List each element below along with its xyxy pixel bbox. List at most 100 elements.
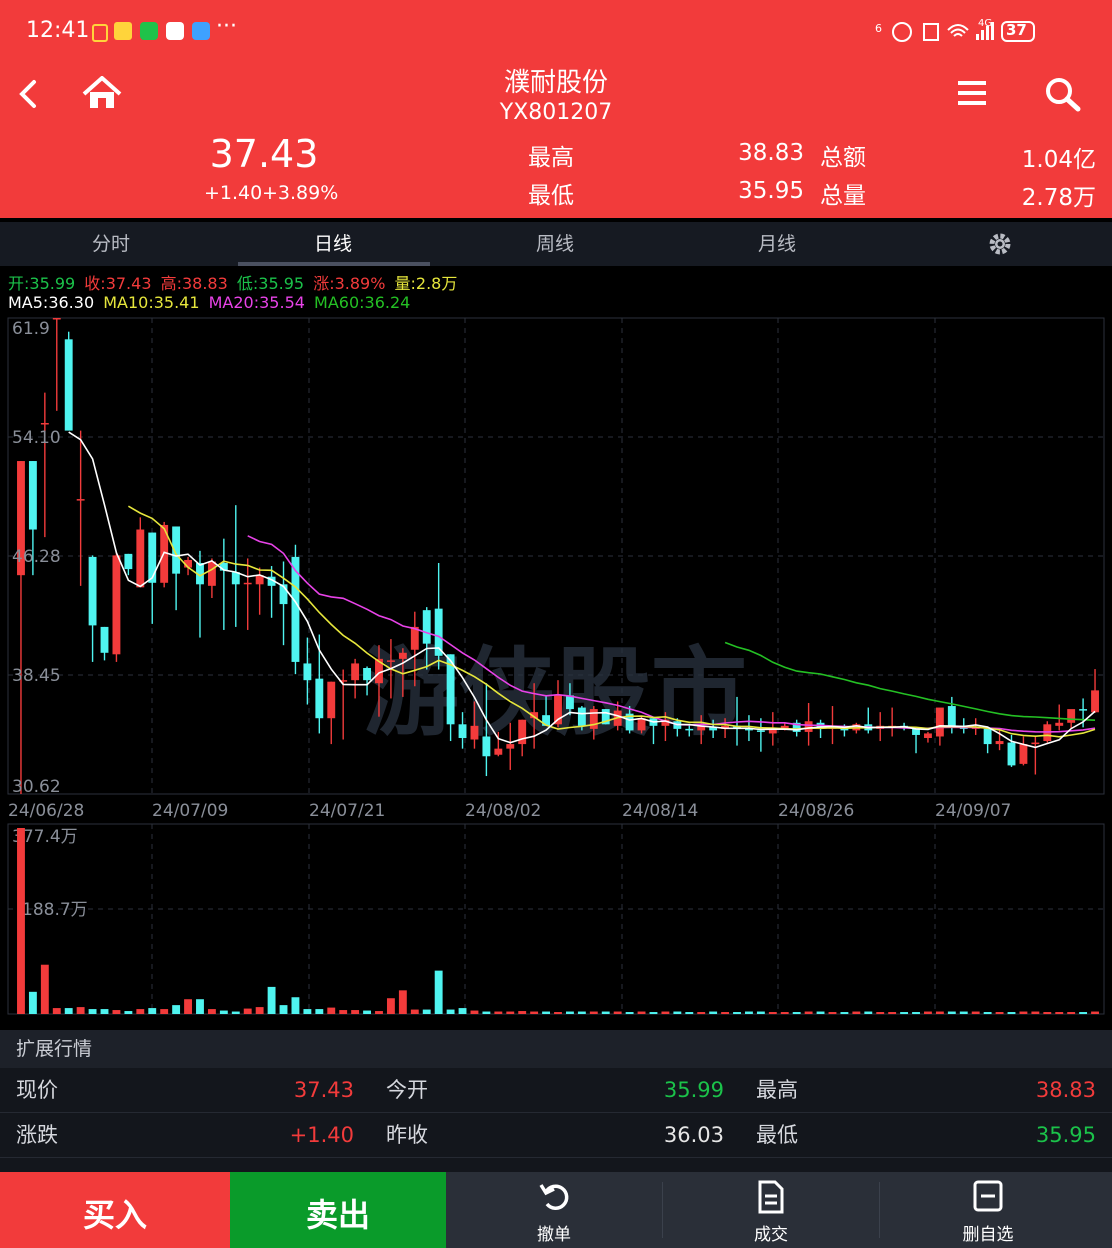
volume-bar [1067,1012,1076,1015]
volume-bar [231,1011,240,1014]
volume-bar [673,1011,682,1014]
volume-bar [303,1009,312,1014]
candle-body [458,724,467,738]
volume-bar [816,1011,825,1014]
volume-bar [804,1011,813,1014]
candle-body [1031,742,1040,745]
sell-button[interactable]: 卖出 [230,1172,446,1248]
volume-bar [148,1008,157,1014]
volume-bar [160,1009,169,1014]
volume-bar [351,1010,360,1014]
tab-intraday[interactable]: 分时 [0,222,222,266]
volume-bar [768,1012,777,1015]
volume-bar [1019,1011,1028,1014]
date-axis-label: 24/06/28 [8,801,84,821]
buy-label: 买入 [82,1196,147,1234]
volume-bar [589,1011,598,1014]
volume-bar [971,1011,980,1014]
volume-bar [625,1012,634,1015]
volume-bar [243,1008,252,1014]
volume-bar [577,1011,586,1014]
remove-favorite-button[interactable]: 删自选 [880,1172,1096,1248]
kline-chart-area[interactable]: 开:35.99 收:37.43 高:38.83 低:35.95 涨:3.89% … [0,266,1112,1028]
volume-bar [184,999,192,1014]
search-icon[interactable] [1044,76,1082,112]
candle-body [506,744,515,749]
volume-bar [482,1011,491,1014]
ext-row-2: 涨跌 +1.40 昨收 36.03 最低 35.95 [0,1113,1112,1158]
notification-app-icon [114,22,132,40]
volume-bar [17,828,25,1014]
menu-icon[interactable] [956,78,988,108]
date-axis-label: 24/07/21 [309,801,385,821]
candle-body [100,626,109,653]
price-change-pct: +3.89% [262,182,339,204]
candle-body [88,556,97,626]
candle-body [1091,690,1099,713]
volume-bar [745,1011,753,1014]
volume-bar [959,1011,968,1014]
extended-quotes-header[interactable]: 扩展行情 [0,1030,1112,1068]
cancel-order-button[interactable]: 撤单 [446,1172,662,1248]
remove-favorite-icon [973,1180,1003,1212]
volume-bar [375,1011,383,1014]
status-time: 12:41 [26,18,90,43]
volume-bar [458,1008,467,1014]
price-axis-label: 54.10 [12,428,61,448]
current-price: 37.43 [209,132,319,176]
tab-daily[interactable]: 日线 [222,222,444,266]
tab-monthly[interactable]: 月线 [666,222,888,266]
ext-label: 最高 [756,1078,798,1102]
volume-bar [291,997,300,1014]
volume-bar [219,1010,228,1014]
candle-body [315,678,324,719]
home-icon[interactable] [82,76,122,110]
volume-bar [637,1011,646,1014]
candle-body [756,730,765,732]
volume-bar [64,1008,73,1014]
ext-value: 35.99 [663,1078,724,1102]
ext-value: 37.43 [293,1078,354,1102]
volume-bar [792,1012,801,1015]
candle-body [351,663,360,681]
trades-button[interactable]: 成交 [663,1172,879,1248]
candle-body [947,706,956,728]
candle-body [482,736,491,757]
volume-bar [935,1011,944,1014]
message-app-icon [192,22,210,40]
volume-bar [518,1011,527,1014]
candle-body [303,663,312,681]
volume-bar [207,1009,216,1014]
tab-weekly[interactable]: 周线 [444,222,666,266]
back-icon[interactable] [14,78,40,110]
volume-bar [1031,1011,1040,1014]
volume-bar [136,1009,145,1014]
buy-button[interactable]: 买入 [0,1172,230,1248]
volume-bar [124,1011,133,1014]
volume-bar [410,1009,419,1014]
notification-app-icon [92,24,108,42]
volume-bar [446,1009,455,1014]
volume-bar [924,1011,932,1014]
volume-label: 总量 [820,183,866,209]
sell-label: 卖出 [305,1196,370,1234]
volume-bar [840,1012,849,1015]
candle-body [363,668,371,681]
kline-chart[interactable]: 游侠股市61.954.1046.2838.4530.6224/06/28 24/0… [0,266,1112,1028]
volume-bar [876,1012,885,1015]
ext-row-1: 现价 37.43 今开 35.99 最高 38.83 [0,1068,1112,1113]
price-axis-label: 46.28 [12,547,61,567]
high-value: 38.83 [738,140,804,166]
period-tabs: 分时 日线 周线 月线 [0,222,1112,266]
volume-bar [780,1012,789,1015]
settings-gear-icon[interactable] [988,232,1012,256]
volume-bar [1091,1011,1099,1014]
volume-bar [565,1011,574,1014]
document-icon [758,1180,784,1214]
stock-header: 12:41 ··· 6 4G 37 濮耐股份 YX801207 37.43 +1… [0,0,1112,218]
volume-bar [542,1011,551,1014]
volume-bar [554,1012,562,1015]
price-axis-label: 38.45 [12,666,61,686]
volume-bar [1055,1012,1064,1015]
candle-body [52,318,61,320]
